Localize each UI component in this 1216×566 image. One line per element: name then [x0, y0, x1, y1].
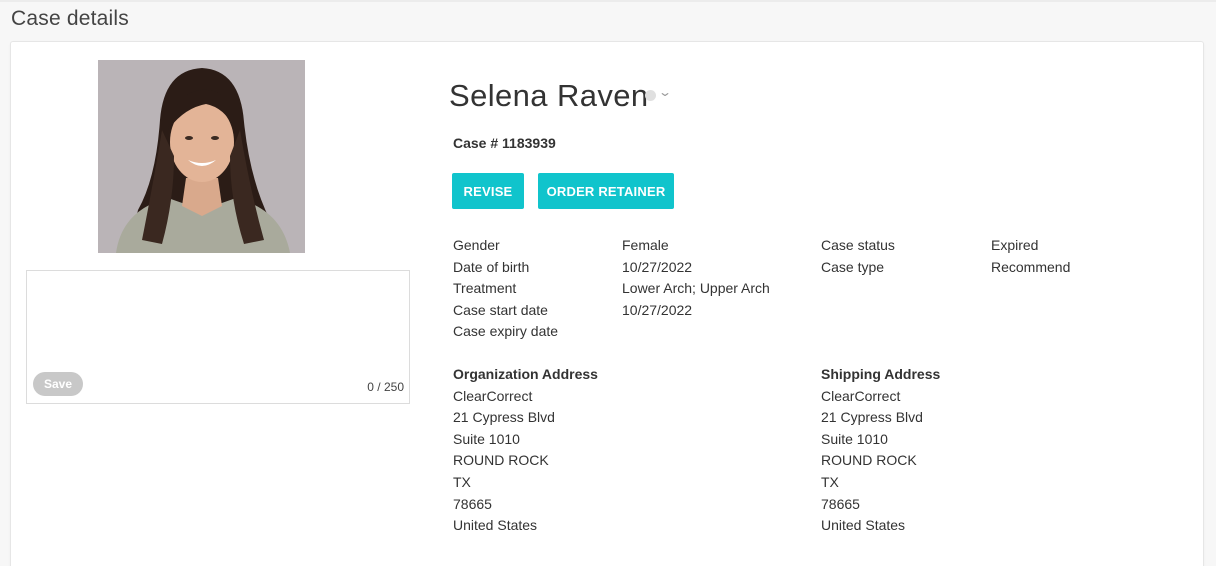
detail-label-date-of-birth: Date of birth [453, 258, 530, 275]
organization-address-title: Organization Address [453, 366, 598, 382]
detail-label-treatment: Treatment [453, 280, 517, 297]
shipping-address-line: ClearCorrect [821, 387, 901, 404]
page-title: Case details [11, 7, 129, 30]
detail-label-case-expiry-date: Case expiry date [453, 323, 559, 340]
detail-value-gender: Female [622, 237, 669, 253]
save-button[interactable]: Save [33, 372, 83, 396]
shipping-address-line: United States [821, 517, 906, 534]
detail-label-case-start-date: Case start date [453, 301, 548, 318]
organization-address-line: United States [453, 517, 538, 534]
details-values-left: Female 10/27/2022 Lower Arch; Upper Arch… [622, 235, 770, 343]
detail-value-date-of-birth: 10/27/2022 [622, 258, 693, 275]
detail-label-case-status: Case status [821, 237, 895, 253]
order-retainer-button[interactable]: ORDER RETAINER [538, 173, 674, 209]
organization-address-line: ROUND ROCK [453, 452, 549, 469]
shipping-address-line: 78665 [821, 495, 860, 512]
shipping-address-title: Shipping Address [821, 366, 941, 382]
organization-address-line: 21 Cypress Blvd [453, 409, 555, 426]
shipping-address-line: TX [821, 473, 839, 490]
detail-label-gender: Gender [453, 237, 500, 253]
shipping-address: Shipping Address ClearCorrect 21 Cypress… [821, 364, 940, 537]
patient-name: Selena Raven [449, 78, 649, 113]
detail-value-case-status: Expired [991, 237, 1039, 253]
notes-box: Save 0 / 250 [26, 270, 410, 404]
patient-photo [98, 60, 305, 253]
shipping-address-line: ROUND ROCK [821, 452, 917, 469]
detail-label-case-type: Case type [821, 258, 885, 275]
organization-address: Organization Address ClearCorrect 21 Cyp… [453, 364, 598, 537]
case-details-card: Save 0 / 250 Selena Raven ⌄ Case # 11839… [10, 41, 1204, 566]
organization-address-line: 78665 [453, 495, 492, 512]
detail-value-case-expiry-date [622, 321, 770, 343]
detail-value-case-start-date: 10/27/2022 [622, 301, 693, 318]
top-border [0, 0, 1216, 2]
revise-button[interactable]: REVISE [452, 173, 524, 209]
shipping-address-line: 21 Cypress Blvd [821, 409, 923, 426]
detail-value-case-type: Recommend [991, 258, 1071, 275]
case-number: Case # 1183939 [453, 135, 556, 151]
organization-address-line: Suite 1010 [453, 430, 520, 447]
notes-textarea[interactable] [27, 271, 409, 367]
organization-address-line: TX [453, 473, 471, 490]
organization-address-line: ClearCorrect [453, 387, 533, 404]
details-values-right: Expired Recommend [991, 235, 1070, 278]
details-labels-left: Gender Date of birth Treatment Case star… [453, 235, 558, 343]
details-labels-right: Case status Case type [821, 235, 895, 278]
character-counter: 0 / 250 [367, 380, 404, 394]
detail-value-treatment: Lower Arch; Upper Arch [622, 280, 770, 297]
status-dot-icon[interactable] [645, 90, 656, 101]
shipping-address-line: Suite 1010 [821, 430, 888, 447]
chevron-down-icon[interactable]: ⌄ [658, 85, 672, 99]
